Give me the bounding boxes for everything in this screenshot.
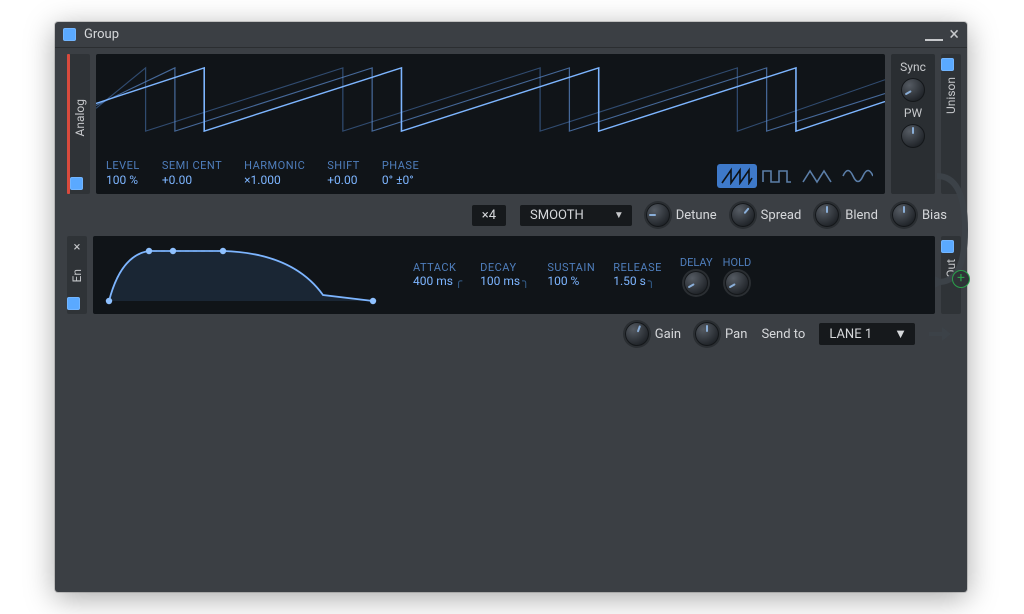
envelope-delay-hold: DELAY HOLD bbox=[680, 256, 751, 295]
lane-select[interactable]: LANE 1 ▼ bbox=[819, 323, 915, 345]
oscillator-enable-toggle[interactable] bbox=[70, 177, 83, 190]
envelope-tab-label: En bbox=[70, 269, 84, 282]
oscillator-tab[interactable]: Analog bbox=[70, 54, 90, 194]
envelope-row: × En bbox=[67, 236, 961, 314]
param-level[interactable]: LEVEL 100 % bbox=[106, 159, 140, 188]
param-sustain[interactable]: SUSTAIN 100 % bbox=[547, 261, 595, 290]
waveform-shape-selector bbox=[717, 164, 877, 188]
waveform-display[interactable]: LEVEL 100 % SEMI CENT +0.00 HARMONIC ×1.… bbox=[96, 54, 885, 194]
caret-down-icon: ▼ bbox=[894, 326, 907, 342]
shape-saw-button[interactable] bbox=[717, 164, 757, 188]
param-shift[interactable]: SHIFT +0.00 bbox=[327, 159, 360, 188]
sync-label: Sync bbox=[900, 60, 926, 74]
oscillator-tab-label: Analog bbox=[73, 99, 87, 136]
blend-control[interactable]: Blend bbox=[815, 203, 878, 227]
hold-control[interactable]: HOLD bbox=[723, 256, 752, 295]
body: Analog LE bbox=[55, 48, 967, 354]
pan-control[interactable]: Pan bbox=[695, 322, 747, 346]
param-attack[interactable]: ATTACK 400 ms╭ bbox=[413, 261, 462, 290]
shape-triangle-button[interactable] bbox=[797, 164, 837, 188]
detune-knob[interactable] bbox=[646, 203, 670, 227]
spread-control[interactable]: Spread bbox=[731, 203, 802, 227]
window-title: Group bbox=[84, 27, 119, 42]
unison-mode-select[interactable]: SMOOTH ▼ bbox=[520, 205, 632, 226]
unison-tab-label: Unison bbox=[944, 77, 958, 114]
envelope-params: ATTACK 400 ms╭ DECAY 100 ms╮ SUSTAIN 100… bbox=[413, 261, 662, 290]
unison-tab[interactable]: Unison bbox=[941, 54, 961, 194]
sync-pw-column: Sync PW Unison bbox=[891, 54, 961, 194]
gain-knob[interactable] bbox=[625, 322, 649, 346]
param-decay[interactable]: DECAY 100 ms╮ bbox=[480, 261, 529, 290]
bias-knob[interactable] bbox=[892, 203, 916, 227]
unison-enable-toggle[interactable] bbox=[941, 58, 954, 71]
oscillator-params: LEVEL 100 % SEMI CENT +0.00 HARMONIC ×1.… bbox=[106, 159, 419, 188]
spread-knob[interactable] bbox=[731, 203, 755, 227]
minimize-button[interactable] bbox=[925, 27, 943, 41]
shape-pulse-button[interactable] bbox=[757, 164, 797, 188]
shape-sine-button[interactable] bbox=[837, 164, 877, 188]
param-semi-cent[interactable]: SEMI CENT +0.00 bbox=[162, 159, 222, 188]
pw-label: PW bbox=[904, 106, 922, 120]
delay-control[interactable]: DELAY bbox=[680, 256, 713, 295]
bias-control[interactable]: Bias bbox=[892, 203, 947, 227]
route-out-arrow-icon bbox=[929, 327, 951, 341]
gain-control[interactable]: Gain bbox=[625, 322, 681, 346]
waveform-svg bbox=[96, 54, 885, 145]
param-phase[interactable]: PHASE 0° ±0° bbox=[382, 159, 419, 188]
param-harmonic[interactable]: HARMONIC ×1.000 bbox=[244, 159, 305, 188]
unison-voices-field[interactable]: ×4 bbox=[472, 205, 506, 226]
envelope-graph[interactable] bbox=[103, 241, 403, 309]
hold-knob[interactable] bbox=[725, 271, 749, 295]
close-button[interactable]: × bbox=[949, 28, 959, 42]
unison-mode-value: SMOOTH bbox=[530, 208, 584, 223]
output-bar: Gain Pan Send to LANE 1 ▼ bbox=[91, 320, 955, 348]
blend-knob[interactable] bbox=[815, 203, 839, 227]
oscillator-row: Analog LE bbox=[67, 54, 961, 194]
unison-controls: ×4 SMOOTH ▼ Detune Spread Blend Bias bbox=[91, 200, 955, 230]
sync-knob[interactable] bbox=[901, 78, 925, 102]
envelope-panel: ATTACK 400 ms╭ DECAY 100 ms╮ SUSTAIN 100… bbox=[93, 236, 935, 314]
pan-knob[interactable] bbox=[695, 322, 719, 346]
param-release[interactable]: RELEASE 1.50 s╮ bbox=[613, 261, 662, 290]
delay-knob[interactable] bbox=[684, 271, 708, 295]
out-enable-toggle[interactable] bbox=[941, 240, 954, 253]
synth-group-window: Group × Analog bbox=[55, 22, 967, 592]
titlebar: Group × bbox=[55, 22, 967, 48]
add-module-button[interactable]: + bbox=[952, 270, 970, 288]
pw-knob[interactable] bbox=[901, 124, 925, 148]
envelope-remove-button[interactable]: × bbox=[74, 240, 81, 255]
envelope-tab[interactable]: × En bbox=[67, 236, 87, 314]
envelope-enable-toggle[interactable] bbox=[67, 297, 80, 310]
sendto-label: Send to bbox=[761, 327, 805, 342]
caret-down-icon: ▼ bbox=[614, 210, 624, 221]
detune-control[interactable]: Detune bbox=[646, 203, 717, 227]
lane-select-value: LANE 1 bbox=[829, 327, 872, 342]
group-enable-toggle[interactable] bbox=[63, 28, 76, 41]
